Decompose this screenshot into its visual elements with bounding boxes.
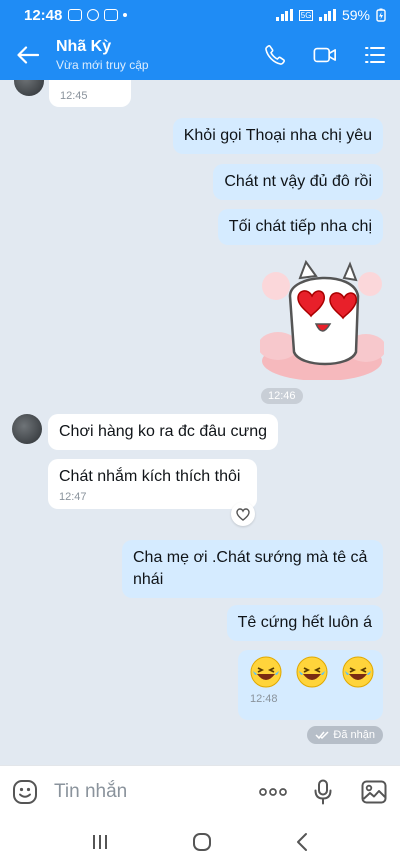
status-time: 12:48 <box>24 6 63 24</box>
video-icon <box>313 47 336 63</box>
back-button[interactable] <box>0 30 56 80</box>
react-button[interactable] <box>231 502 255 526</box>
cell-signal-icon <box>319 9 336 21</box>
outgoing-message[interactable]: Tê cứng hết luôn á <box>226 605 383 641</box>
outgoing-message[interactable]: Cha mẹ ơi .Chát sướng mà tê cả nhái <box>122 540 383 598</box>
gallery-notification-icon <box>104 9 119 21</box>
outgoing-message[interactable]: Tối chát tiếp nha chị <box>217 209 383 245</box>
message-text: Cha mẹ ơi .Chát sướng mà tê cả nhái <box>133 549 368 588</box>
sticker[interactable] <box>258 256 386 381</box>
recent-apps-icon[interactable] <box>91 833 109 851</box>
message-text: Tối chát tiếp nha chị <box>228 218 372 235</box>
message-text: Chát nhắm kích thích thôi <box>59 468 241 485</box>
laughing-emoji-icon <box>250 656 282 688</box>
send-image-button[interactable] <box>348 766 400 818</box>
system-back-icon[interactable] <box>295 832 309 852</box>
video-call-button[interactable] <box>300 30 350 80</box>
outgoing-message[interactable]: 12:48 <box>238 650 383 720</box>
system-navigation-bar <box>0 817 400 866</box>
wifi-signal-icon <box>276 9 293 21</box>
message-time: 12:47 <box>59 491 87 503</box>
network-type: 5G <box>298 9 314 21</box>
contact-status: Vừa mới truy cập <box>56 58 149 72</box>
message-time: 12:46 <box>261 388 303 404</box>
call-button[interactable] <box>250 30 300 80</box>
double-check-icon <box>315 731 329 740</box>
incoming-message[interactable]: Chát nhắm kích thích thôi 12:47 <box>48 459 257 509</box>
battery-percent: 59% <box>341 7 370 23</box>
incoming-message[interactable]: 12:45 <box>49 80 131 107</box>
chat-menu-button[interactable] <box>350 30 400 80</box>
incoming-message[interactable]: Chơi hàng ko ra đc đâu cưng <box>48 414 278 450</box>
home-icon[interactable] <box>192 832 212 852</box>
outgoing-message[interactable]: Chát nt vậy đủ đô rồi <box>213 164 383 200</box>
chat-header: Nhã Kỳ Vừa mới truy cập <box>0 30 400 80</box>
outgoing-message[interactable]: Khỏi gọi Thoại nha chị yêu <box>172 118 383 154</box>
contact-avatar[interactable] <box>14 80 44 96</box>
more-icon <box>259 787 287 796</box>
message-text: Khỏi gọi Thoại nha chị yêu <box>183 127 372 144</box>
zalo-notification-icon <box>68 9 83 21</box>
message-text: Tê cứng hết luôn á <box>237 614 372 631</box>
fire-notification-icon <box>87 9 100 21</box>
heart-eyes-sticker <box>258 259 386 381</box>
heart-icon <box>236 507 250 521</box>
microphone-icon <box>314 779 332 804</box>
contact-name: Nhã Kỳ <box>56 38 112 55</box>
message-text: Chát nt vậy đủ đô rồi <box>224 173 372 190</box>
delivery-status: Đã nhận <box>307 726 383 744</box>
message-input[interactable]: Tin nhắn <box>50 781 248 803</box>
laughing-emoji-icon <box>296 656 328 688</box>
contact-info[interactable]: Nhã Kỳ Vừa mới truy cập <box>56 37 250 73</box>
image-icon <box>361 780 387 803</box>
list-menu-icon <box>365 47 385 63</box>
status-bar: 12:48 5G 59% <box>0 0 400 30</box>
phone-icon <box>265 45 285 65</box>
message-time: 12:48 <box>250 693 278 705</box>
message-time: 12:45 <box>60 90 88 102</box>
more-options-button[interactable] <box>248 766 298 818</box>
arrow-left-icon <box>17 46 39 64</box>
emoji-icon <box>13 779 37 804</box>
delivery-status-text: Đã nhận <box>333 729 375 741</box>
contact-avatar[interactable] <box>12 414 42 444</box>
message-list[interactable]: 12:45 Khỏi gọi Thoại nha chị yêu Chát nt… <box>0 80 400 765</box>
battery-charging-icon <box>376 8 386 22</box>
laughing-emoji-icon <box>342 656 374 688</box>
voice-record-button[interactable] <box>298 766 348 818</box>
message-text: Chơi hàng ko ra đc đâu cưng <box>59 423 267 440</box>
more-notifications-dot <box>123 13 128 17</box>
message-input-bar: Tin nhắn <box>0 765 400 817</box>
emoji-button[interactable] <box>0 766 50 818</box>
